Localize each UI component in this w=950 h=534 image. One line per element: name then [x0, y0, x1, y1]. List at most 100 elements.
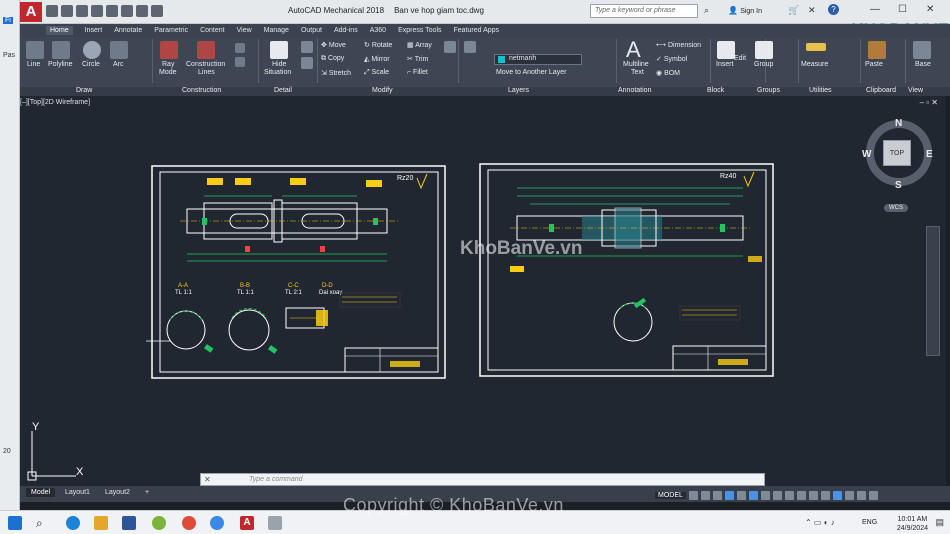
compass-east[interactable]: E [926, 149, 933, 160]
scale-button[interactable]: ⤢ Scale [364, 69, 389, 77]
panel-annotation[interactable]: Annotation [618, 87, 651, 94]
units-icon[interactable] [808, 490, 818, 500]
cart-icon[interactable]: 🛒 [788, 5, 799, 16]
detail-tool-icon-2[interactable] [301, 57, 313, 69]
array-button[interactable]: ▦ Array [407, 41, 432, 49]
paste-icon[interactable] [868, 41, 886, 59]
dimension-button[interactable]: ⟷ Dimension [656, 41, 701, 49]
move-to-layer-button[interactable]: Move to Another Layer [496, 69, 566, 76]
tab-model[interactable]: Model [26, 488, 56, 497]
base-button[interactable]: Base [915, 61, 931, 68]
clock[interactable]: 10:01 AM 24/9/2024 [897, 515, 928, 533]
group-button[interactable]: Group [754, 61, 773, 68]
layer-properties-icon[interactable] [464, 41, 476, 53]
workspace-icon[interactable] [151, 5, 163, 17]
tab-a360[interactable]: A360 [370, 27, 386, 34]
polyline-icon[interactable] [52, 41, 70, 59]
tab-manage[interactable]: Manage [264, 27, 289, 34]
tab-featured-apps[interactable]: Featured Apps [454, 27, 500, 34]
hide-situation-icon[interactable] [270, 41, 288, 59]
new-icon[interactable] [46, 5, 58, 17]
polar-icon[interactable] [724, 490, 734, 500]
file-label[interactable]: Fi [3, 17, 13, 24]
group-icon[interactable] [755, 41, 773, 59]
bom-button[interactable]: ◉ BOM [656, 69, 680, 77]
measure-icon[interactable] [806, 43, 826, 51]
panel-utilities[interactable]: Utilities [809, 87, 832, 94]
insert-icon[interactable] [717, 41, 735, 59]
lineweight-icon[interactable] [748, 490, 758, 500]
zalo-icon[interactable] [210, 516, 224, 530]
viewcube-top-face[interactable]: TOP [883, 140, 911, 166]
undo-icon[interactable] [121, 5, 133, 17]
move-button[interactable]: ✥ Move [321, 41, 346, 49]
print-icon[interactable] [106, 5, 118, 17]
help-icon[interactable]: ? [828, 4, 839, 15]
detail-small-icon[interactable] [235, 43, 245, 53]
save-icon[interactable] [76, 5, 88, 17]
drawing-canvas[interactable]: [–][Top][2D Wireframe] – ▫ ✕ Rz20 A-A TL… [20, 96, 946, 486]
tray-icons[interactable]: ⌃ ▭ ◐ ♪ [805, 518, 835, 527]
multiline-text-button[interactable]: Multiline [623, 61, 649, 68]
ray-button[interactable]: Ray [162, 61, 174, 68]
annotation-scale-icon[interactable] [784, 490, 794, 500]
quick-properties-icon[interactable] [820, 490, 830, 500]
save-as-icon[interactable] [91, 5, 103, 17]
snap-icon[interactable] [700, 490, 710, 500]
language-indicator[interactable]: ENG [862, 519, 877, 526]
selection-cycling-icon[interactable] [772, 490, 782, 500]
wcs-menu[interactable]: WCS [884, 204, 908, 212]
tab-output[interactable]: Output [301, 27, 322, 34]
command-input[interactable]: Type a command [249, 476, 303, 483]
notification-icon[interactable]: ▤ [935, 517, 944, 528]
tab-express-tools[interactable]: Express Tools [398, 27, 441, 34]
search-input[interactable]: Type a keyword or phrase [590, 4, 698, 18]
app-icon-green[interactable] [152, 516, 166, 530]
multiline-text-icon[interactable]: A [626, 37, 641, 63]
modify-extra-icon[interactable] [444, 41, 456, 53]
line-button[interactable]: Line [27, 61, 40, 68]
trim-button[interactable]: ✂ Trim [407, 55, 428, 63]
compass-west[interactable]: W [862, 149, 871, 160]
stretch-button[interactable]: ⇲ Stretch [321, 69, 351, 77]
tab-layout2[interactable]: Layout2 [100, 488, 135, 497]
panel-modify[interactable]: Modify [372, 87, 393, 94]
osnap-icon[interactable] [736, 490, 746, 500]
add-layout-button[interactable]: + [140, 488, 154, 497]
circle-icon[interactable] [83, 41, 101, 59]
panel-clipboard[interactable]: Clipboard [866, 87, 896, 94]
arc-icon[interactable] [110, 41, 128, 59]
close-button[interactable]: ✕ [926, 4, 934, 15]
transparency-icon[interactable] [760, 490, 770, 500]
tab-parametric[interactable]: Parametric [154, 27, 188, 34]
detail-small-icon-2[interactable] [235, 57, 245, 67]
sign-in-button[interactable]: 👤 Sign In [728, 6, 762, 15]
hardware-acceleration-icon[interactable] [844, 490, 854, 500]
tab-content[interactable]: Content [200, 27, 225, 34]
panel-view[interactable]: View [908, 87, 923, 94]
construction-lines-icon[interactable] [197, 41, 215, 59]
panel-detail[interactable]: Detail [274, 87, 292, 94]
clean-screen-icon[interactable] [856, 490, 866, 500]
panel-block[interactable]: Block [707, 87, 724, 94]
measure-button[interactable]: Measure [801, 61, 828, 68]
autocad-taskbar-icon[interactable]: A [240, 516, 254, 530]
chrome-icon[interactable] [182, 516, 196, 530]
search-icon[interactable]: ⌕ [36, 516, 50, 530]
tab-insert[interactable]: Insert [85, 27, 103, 34]
circle-button[interactable]: Circle [82, 61, 100, 68]
edge-icon[interactable] [66, 516, 80, 530]
tab-layout1[interactable]: Layout1 [60, 488, 95, 497]
grid-icon[interactable] [688, 490, 698, 500]
isolate-objects-icon[interactable] [832, 490, 842, 500]
panel-groups[interactable]: Groups [757, 87, 780, 94]
tab-add-ins[interactable]: Add-ins [334, 27, 358, 34]
command-line[interactable]: Type a command [200, 473, 765, 486]
model-space-button[interactable]: MODEL [655, 491, 686, 499]
exchange-icon[interactable]: ✕ [808, 5, 816, 16]
tab-home[interactable]: Home [46, 26, 73, 35]
tab-view[interactable]: View [237, 27, 252, 34]
open-icon[interactable] [61, 5, 73, 17]
command-close-icon[interactable]: ✕ [204, 475, 211, 484]
redo-icon[interactable] [136, 5, 148, 17]
